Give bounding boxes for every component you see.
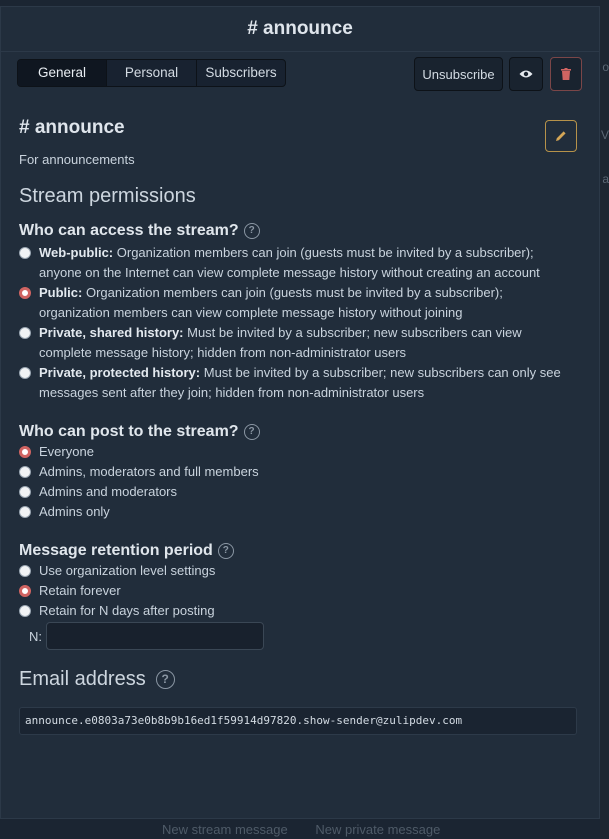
tab-subscribers[interactable]: Subscribers (197, 60, 285, 86)
post-group: Who can post to the stream? ? Everyone A… (19, 423, 577, 522)
access-option-public[interactable]: Public: Organization members can join (g… (19, 283, 577, 323)
option-text: Public: Organization members can join (g… (39, 283, 577, 323)
radio-button[interactable] (19, 605, 31, 617)
edit-stream-button[interactable] (545, 120, 577, 152)
tab-general[interactable]: General (18, 60, 107, 86)
option-label: Use organization level settings (39, 563, 216, 578)
option-label: Everyone (39, 444, 94, 459)
option-label: Admins only (39, 504, 110, 519)
retention-option-n-days[interactable]: Retain for N days after posting (19, 601, 577, 621)
radio-button[interactable] (19, 327, 31, 339)
access-title: Who can access the stream? ? (19, 222, 577, 240)
post-option-full-members[interactable]: Admins, moderators and full members (19, 462, 577, 482)
retention-days-input[interactable] (46, 622, 264, 650)
post-option-admins[interactable]: Admins only (19, 502, 577, 522)
radio-button[interactable] (19, 446, 31, 458)
help-icon[interactable]: ? (155, 670, 175, 689)
option-text: Web-public: Organization members can joi… (39, 243, 577, 283)
option-label: Private, shared history: (39, 325, 184, 340)
retention-title: Message retention period ? (19, 542, 577, 560)
help-icon[interactable]: ? (243, 424, 260, 440)
access-group: Who can access the stream? ? Web-public:… (19, 222, 577, 403)
new-private-message-link[interactable]: New private message (315, 822, 440, 837)
option-text: Private, shared history: Must be invited… (39, 323, 577, 363)
pencil-icon (556, 131, 566, 141)
access-option-private-shared[interactable]: Private, shared history: Must be invited… (19, 323, 577, 363)
radio-button[interactable] (19, 506, 31, 518)
radio-button[interactable] (19, 287, 31, 299)
backdrop-edge: a (602, 172, 609, 186)
email-title: Email address ? (19, 668, 577, 691)
post-option-moderators[interactable]: Admins and moderators (19, 482, 577, 502)
delete-stream-button[interactable] (550, 57, 582, 91)
post-option-everyone[interactable]: Everyone (19, 442, 577, 462)
retention-option-forever[interactable]: Retain forever (19, 581, 577, 601)
radio-button[interactable] (19, 247, 31, 259)
option-label: Public: (39, 285, 83, 300)
option-label: Private, protected history: (39, 365, 201, 380)
stream-settings-panel: # announce General Personal Subscribers … (0, 6, 600, 819)
new-stream-message-link[interactable]: New stream message (162, 822, 288, 837)
radio-button[interactable] (19, 585, 31, 597)
option-text: Private, protected history: Must be invi… (39, 363, 577, 403)
option-description: Organization members can join (guests mu… (39, 285, 503, 320)
option-description: Organization members can join (guests mu… (39, 245, 540, 280)
option-label: Web-public: (39, 245, 114, 260)
option-label: Admins, moderators and full members (39, 464, 259, 479)
access-option-private-protected[interactable]: Private, protected history: Must be invi… (19, 363, 577, 403)
backdrop-edge: o (602, 60, 609, 74)
unsubscribe-button[interactable]: Unsubscribe (414, 57, 503, 91)
email-group: Email address ? announce.e0803a73e0b8b9b… (19, 668, 577, 735)
stream-toolbar: General Personal Subscribers Unsubscribe (17, 57, 582, 94)
backdrop-compose-links: New stream message New private message (162, 822, 464, 837)
settings-tabs: General Personal Subscribers (17, 59, 286, 87)
help-icon[interactable]: ? (217, 543, 234, 559)
trash-icon (561, 68, 571, 80)
tab-personal[interactable]: Personal (107, 60, 197, 86)
radio-button[interactable] (19, 466, 31, 478)
stream-header: # announce (19, 117, 577, 155)
access-option-web-public[interactable]: Web-public: Organization members can joi… (19, 243, 577, 283)
section-title-permissions: Stream permissions (19, 185, 196, 207)
retention-option-org-default[interactable]: Use organization level settings (19, 561, 577, 581)
stream-name: # announce (19, 117, 125, 138)
option-label: Retain forever (39, 583, 121, 598)
post-title-text: Who can post to the stream? (19, 423, 239, 440)
backdrop (600, 0, 609, 839)
retention-title-text: Message retention period (19, 542, 213, 559)
retention-days-row: N: (29, 622, 577, 650)
retention-group: Message retention period ? Use organizat… (19, 542, 577, 650)
access-title-text: Who can access the stream? (19, 222, 239, 239)
radio-button[interactable] (19, 486, 31, 498)
radio-button[interactable] (19, 565, 31, 577)
retention-days-label: N: (29, 628, 42, 644)
option-label: Admins and moderators (39, 484, 178, 499)
panel-title: # announce (1, 7, 599, 52)
email-address-field[interactable]: announce.e0803a73e0b8b9b16ed1f59914d9782… (19, 707, 577, 735)
option-label: Retain for N days after posting (39, 603, 215, 618)
radio-button[interactable] (19, 367, 31, 379)
general-settings: # announce For announcements Stream perm… (19, 117, 577, 735)
backdrop-edge: V (600, 128, 609, 142)
help-icon[interactable]: ? (243, 223, 260, 239)
post-title: Who can post to the stream? ? (19, 423, 577, 441)
eye-icon (519, 70, 533, 78)
view-stream-button[interactable] (509, 57, 543, 91)
email-title-text: Email address (19, 668, 146, 690)
